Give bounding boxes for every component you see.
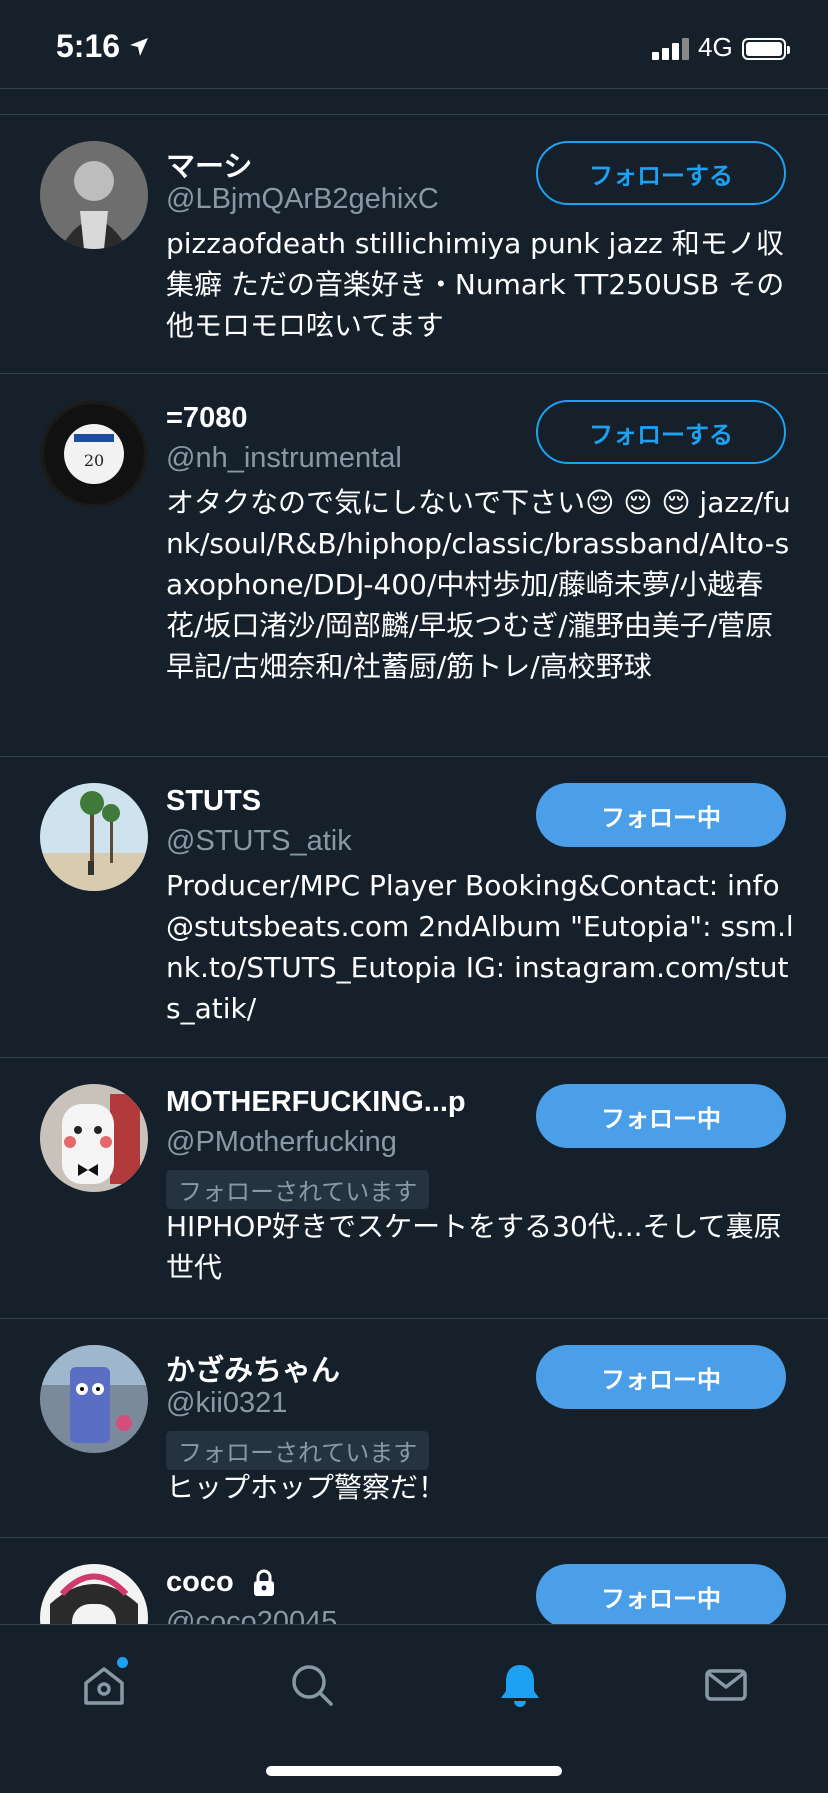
user-handle[interactable]: @kii0321 <box>166 1387 287 1420</box>
following-button[interactable]: フォロー中 <box>536 1345 786 1409</box>
tab-home[interactable] <box>74 1655 134 1715</box>
user-bio: Producer/MPC Player Booking&Contact: inf… <box>166 869 794 1025</box>
user-row[interactable]: STUTS @STUTS_atik Producer/MPC Player Bo… <box>0 756 828 1057</box>
avatar-image-sketch <box>40 141 148 249</box>
following-button[interactable]: フォロー中 <box>536 783 786 847</box>
avatar[interactable] <box>40 783 148 891</box>
user-handle[interactable]: @STUTS_atik <box>166 825 352 858</box>
avatar[interactable] <box>40 1084 148 1192</box>
user-handle[interactable]: @nh_instrumental <box>166 442 402 475</box>
following-button[interactable]: フォロー中 <box>536 1084 786 1148</box>
avatar-image-character <box>40 1345 148 1453</box>
lock-icon <box>253 1569 274 1597</box>
user-name[interactable]: STUTS <box>166 785 261 818</box>
network-type: 4G <box>698 32 733 62</box>
follow-button[interactable]: フォローする <box>536 400 786 464</box>
user-row[interactable]: かざみちゃん @kii0321 フォローされています ヒップホップ警察だ！ フォ… <box>0 1318 828 1537</box>
tab-search[interactable] <box>282 1655 342 1715</box>
messages-icon <box>705 1669 747 1701</box>
user-row[interactable]: 20 =7080 @nh_instrumental オタクなので気にしないで下さ… <box>0 373 828 756</box>
user-name[interactable]: かざみちゃん <box>166 1347 340 1389</box>
follow-button[interactable]: フォローする <box>536 141 786 205</box>
battery-icon <box>742 38 790 60</box>
user-bio: pizzaofdeath stillichimiya punk jazz 和モノ… <box>166 227 785 342</box>
avatar[interactable] <box>40 141 148 249</box>
home-indicator[interactable] <box>266 1766 562 1776</box>
avatar[interactable]: 20 <box>40 400 148 508</box>
home-icon <box>84 1667 124 1705</box>
status-time: 5:16 <box>56 28 121 64</box>
user-name[interactable]: coco <box>166 1566 276 1599</box>
user-list[interactable]: マーシ @LBjmQArB2gehixC pizzaofdeath stilli… <box>0 114 828 1737</box>
avatar-image-mascot <box>40 1084 148 1192</box>
user-name-text[interactable]: coco <box>166 1566 234 1598</box>
user-name[interactable]: MOTHERFUCKING...p <box>166 1086 466 1119</box>
avatar[interactable] <box>40 1345 148 1453</box>
status-bar: 5:16 4G <box>0 0 828 89</box>
user-name[interactable]: =7080 <box>166 402 247 435</box>
user-bio: HIPHOP好きでスケートをする30代...そして裏原世代 <box>166 1210 782 1284</box>
notifications-icon <box>501 1665 539 1707</box>
tab-messages[interactable] <box>696 1655 756 1715</box>
cellular-signal-icon <box>652 38 692 60</box>
user-bio: ヒップホップ警察だ！ <box>166 1471 447 1504</box>
location-arrow-icon <box>130 38 148 56</box>
follows-you-badge: フォローされています <box>166 1170 430 1209</box>
user-handle[interactable]: @LBjmQArB2gehixC <box>166 183 439 216</box>
avatar-image-palm-trees <box>40 783 148 891</box>
avatar-image-record: 20 <box>40 400 148 508</box>
user-bio: オタクなので気にしないで下さい😌 😌 😌 jazz/funk/soul/R&B/… <box>166 486 791 683</box>
follows-you-badge: フォローされています <box>166 1431 430 1470</box>
tab-notifications[interactable] <box>490 1655 550 1715</box>
svg-text:20: 20 <box>84 451 104 470</box>
user-handle[interactable]: @PMotherfucking <box>166 1126 397 1159</box>
user-row[interactable]: マーシ @LBjmQArB2gehixC pizzaofdeath stilli… <box>0 114 828 373</box>
user-name[interactable]: マーシ <box>166 143 252 185</box>
home-notification-dot <box>117 1657 128 1668</box>
following-button[interactable]: フォロー中 <box>536 1564 786 1628</box>
user-row[interactable]: MOTHERFUCKING...p @PMotherfucking フォローされ… <box>0 1057 828 1318</box>
search-icon <box>292 1665 333 1706</box>
